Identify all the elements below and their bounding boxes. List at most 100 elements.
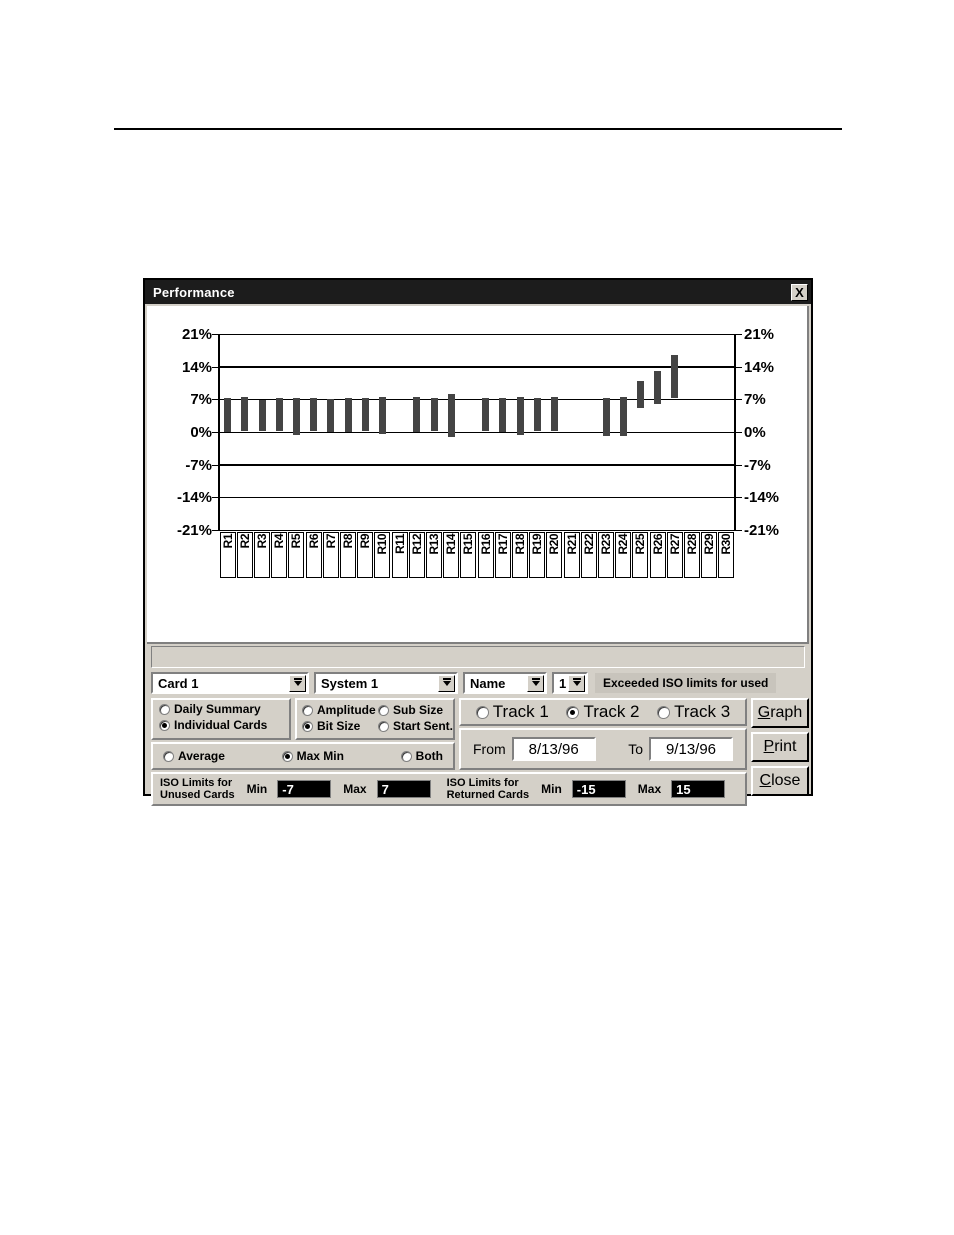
x-axis-tick-label: R27 <box>666 532 683 578</box>
gridline <box>219 333 735 335</box>
radio-dot <box>163 750 174 762</box>
radio-dot <box>378 704 389 716</box>
name-dropdown-value: Name <box>470 675 506 691</box>
radio-individual-cards[interactable]: Individual Cards <box>159 718 289 732</box>
radio-both[interactable]: Both <box>400 749 443 763</box>
tick-mark <box>212 399 219 401</box>
y-axis-tick-label-right: 14% <box>744 358 775 376</box>
x-axis-tick-label: R20 <box>546 532 563 578</box>
chevron-down-icon[interactable] <box>568 674 585 692</box>
y-axis-tick-label-left: 7% <box>190 391 212 409</box>
chart-bar <box>482 398 490 432</box>
tick-mark <box>735 497 742 499</box>
x-axis-tick-label: R24 <box>615 532 632 578</box>
gridline <box>219 496 735 498</box>
selector-row: Card 1 System 1 Name 1 Exceeded ISO limi… <box>151 672 777 694</box>
gridline <box>219 366 735 369</box>
chart-bar <box>241 397 249 432</box>
chevron-down-icon[interactable] <box>289 674 306 692</box>
chart-bar <box>275 398 283 432</box>
chevron-down-icon[interactable] <box>438 674 455 692</box>
radio-track-2[interactable]: Track 2 <box>566 702 640 722</box>
radio-average[interactable]: Average <box>163 749 225 763</box>
radio-amplitude[interactable]: Amplitude <box>302 703 378 717</box>
radio-label: Start Sent. <box>393 719 454 733</box>
iso-returned-max-input[interactable]: 15 <box>671 780 726 798</box>
chevron-down-icon[interactable] <box>527 674 544 692</box>
iso-unused-max-input[interactable]: 7 <box>376 780 431 798</box>
x-axis-tick-label: R12 <box>408 532 425 578</box>
number-dropdown[interactable]: 1 <box>552 672 588 694</box>
radio-dot <box>475 705 489 719</box>
radio-label: Track 3 <box>674 702 731 721</box>
chart-bar <box>499 398 507 432</box>
to-date-input[interactable]: 9/13/96 <box>649 737 733 761</box>
average-mode-group: Average Max Min Both <box>151 742 455 770</box>
chart-bar <box>344 398 352 432</box>
close-icon[interactable]: X <box>791 283 808 301</box>
plot-wrapper: 21% 21% 14% 14% 7% 7% 0% 0% -7% -7% -14% -14% -21% -2… <box>147 306 807 642</box>
controls-region: Card 1 System 1 Name 1 Exceeded ISO limi… <box>147 646 809 806</box>
radio-bit-size[interactable]: Bit Size <box>302 719 378 733</box>
radio-start-sent[interactable]: Start Sent. <box>378 719 458 733</box>
dialog-titlebar: Performance X <box>145 280 811 304</box>
system-dropdown-value: System 1 <box>321 675 379 691</box>
y-axis-tick-label-right: 0% <box>744 424 766 441</box>
radio-label: Individual Cards <box>174 718 268 732</box>
print-button[interactable]: Print <box>751 732 809 762</box>
close-button-mnemonic: C <box>759 772 772 789</box>
tick-mark <box>735 334 742 335</box>
x-axis-tick-label: R14 <box>443 532 460 578</box>
chart-bar <box>636 380 644 408</box>
name-dropdown[interactable]: Name <box>463 672 547 694</box>
radio-max-min[interactable]: Max Min <box>281 749 344 763</box>
chart-bar <box>533 398 541 432</box>
radio-track-1[interactable]: Track 1 <box>475 702 549 722</box>
x-axis-tick-label: R15 <box>460 532 477 578</box>
print-button-mnemonic: P <box>763 738 775 755</box>
y-axis-tick-label-left: 14% <box>181 358 212 376</box>
radio-sub-size[interactable]: Sub Size <box>378 703 458 717</box>
radio-dot <box>159 703 170 715</box>
chart-bar <box>550 397 558 432</box>
tick-mark <box>735 530 742 531</box>
close-button[interactable]: Close <box>751 766 809 796</box>
from-date-input[interactable]: 8/13/96 <box>511 737 596 761</box>
x-axis-tick-label: R3 <box>254 532 270 578</box>
radio-label: Track 1 <box>492 702 549 721</box>
card-dropdown-value: Card 1 <box>158 675 199 691</box>
x-axis-tick-label: R5 <box>288 532 305 578</box>
chart-panel: 21% 21% 14% 14% 7% 7% 0% 0% -7% -7% -14% -14% -21% -2… <box>147 306 809 644</box>
radio-label: Track 2 <box>583 702 640 721</box>
tick-mark <box>212 432 219 433</box>
iso-unused-max-label: Max <box>343 782 367 796</box>
chart-bar <box>430 398 438 432</box>
iso-returned-min-input[interactable]: -15 <box>571 780 626 798</box>
chart-bar <box>378 397 386 434</box>
size-mode-group: Amplitude Sub Size Bit Size Start Sent. <box>295 698 455 740</box>
radio-label: Sub Size <box>393 703 444 717</box>
radio-daily-summary[interactable]: Daily Summary <box>159 702 289 716</box>
iso-unused-min-label: Min <box>246 782 268 796</box>
radio-label: Max Min <box>296 749 344 763</box>
system-dropdown[interactable]: System 1 <box>314 672 458 694</box>
tick-mark <box>735 366 742 368</box>
iso-unused-title-line2: Unused Cards <box>160 789 235 801</box>
card-dropdown[interactable]: Card 1 <box>151 672 309 694</box>
x-axis-tick-label: R16 <box>477 532 494 578</box>
chart-bar <box>619 397 627 437</box>
close-button-label: lose <box>771 772 801 789</box>
x-axis-tick-label: R22 <box>580 532 597 578</box>
iso-unused-title-line1: ISO Limits for <box>160 777 233 789</box>
iso-unused-min-input[interactable]: -7 <box>277 780 332 798</box>
radio-label: Amplitude <box>317 703 376 717</box>
radio-label: Both <box>415 749 443 763</box>
graph-button[interactable]: Graph <box>751 698 809 728</box>
x-axis-tick-label: R18 <box>512 532 528 578</box>
radio-track-3[interactable]: Track 3 <box>657 702 730 722</box>
x-axis-tick-label: R11 <box>391 532 408 578</box>
x-axis-tick-label: R23 <box>598 532 614 578</box>
chart-bar <box>516 396 524 435</box>
tick-mark <box>212 366 219 368</box>
chart-bar <box>327 399 335 432</box>
